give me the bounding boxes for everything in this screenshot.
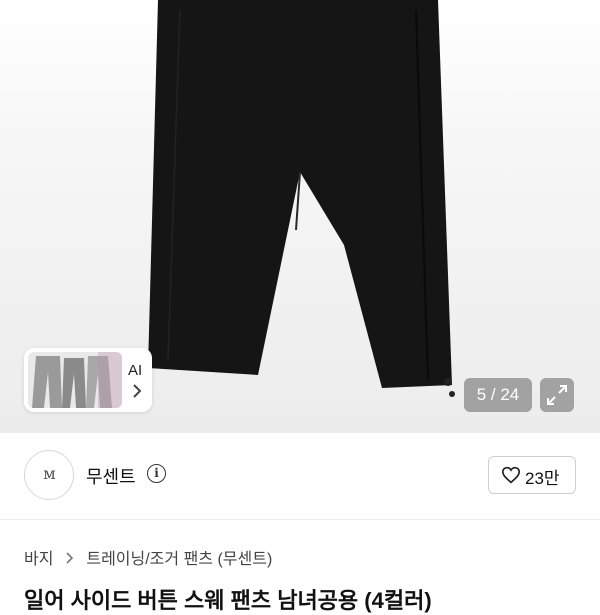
seller-logo[interactable]: ᴍ bbox=[24, 450, 74, 500]
heart-outline-icon bbox=[501, 466, 521, 484]
seller-row[interactable]: ᴍ 무센트 i 23만 bbox=[0, 433, 600, 520]
expand-icon bbox=[547, 385, 567, 405]
breadcrumb-item[interactable]: 바지 bbox=[24, 551, 53, 568]
product-image[interactable]: AI 5 / 24 bbox=[0, 0, 600, 433]
expand-button[interactable] bbox=[540, 378, 574, 412]
chevron-right-icon bbox=[132, 384, 142, 402]
breadcrumb: 바지 트레이닝/조거 팬츠 (무센트) bbox=[24, 545, 272, 569]
ai-suggestion-card[interactable]: AI bbox=[24, 348, 152, 412]
seller-logo-mark: ᴍ bbox=[43, 464, 55, 483]
like-count: 23만 bbox=[525, 469, 560, 488]
product-title: 일어 사이드 버튼 스웨 팬츠 남녀공용 (4컬러) bbox=[24, 588, 432, 613]
ai-label: AI bbox=[128, 362, 143, 379]
chevron-right-icon bbox=[66, 551, 78, 568]
seller-name[interactable]: 무센트 bbox=[86, 463, 136, 489]
info-icon[interactable]: i bbox=[147, 464, 166, 483]
breadcrumb-item[interactable]: 트레이닝/조거 팬츠 (무센트) bbox=[86, 551, 272, 568]
image-counter: 5 / 24 bbox=[464, 378, 532, 412]
like-button[interactable]: 23만 bbox=[488, 456, 576, 494]
ai-thumbnail bbox=[28, 352, 122, 408]
